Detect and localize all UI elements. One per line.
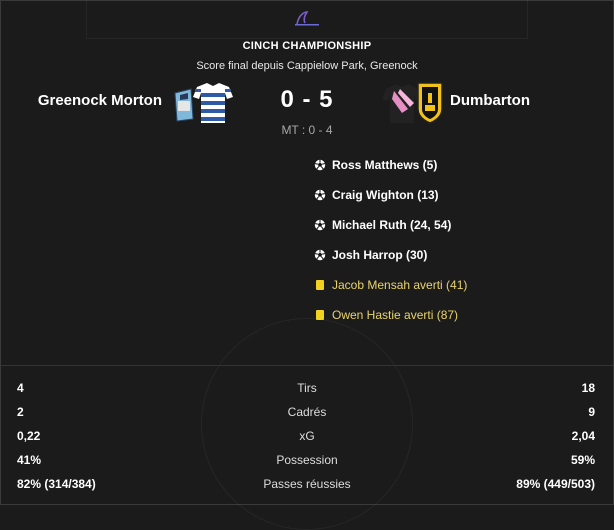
event-text: Ross Matthews (5) <box>332 158 438 172</box>
stat-row-shots: 4 Tirs 18 <box>0 377 614 401</box>
football-icon <box>314 189 326 201</box>
yellow-card-icon <box>314 279 326 291</box>
stat-row-on-target: 2 Cadrés 9 <box>0 401 614 425</box>
away-stat-value: 2,04 <box>571 429 595 443</box>
competition-title: CINCH CHAMPIONSHIP <box>242 40 372 52</box>
goal-event[interactable]: Michael Ruth (24, 54) <box>314 210 467 240</box>
stats-divider <box>1 365 613 366</box>
football-icon <box>314 219 326 231</box>
football-icon <box>314 249 326 261</box>
venue-text: Score final depuis Cappielow Park, Green… <box>196 60 418 72</box>
goal-event[interactable]: Ross Matthews (5) <box>314 150 467 180</box>
away-stat-value: 9 <box>588 405 595 419</box>
stat-label: xG <box>299 429 315 443</box>
cinch-championship-logo-icon <box>291 8 323 28</box>
match-events-list: Ross Matthews (5) Craig Wighton (13) Mic… <box>314 150 467 330</box>
event-text: Jacob Mensah averti (41) <box>332 278 468 292</box>
stat-label: Tirs <box>297 381 317 395</box>
yellow-card-icon <box>314 309 326 321</box>
event-text: Craig Wighton (13) <box>332 188 439 202</box>
football-icon <box>314 159 326 171</box>
away-stat-value: 18 <box>581 381 595 395</box>
stat-row-xg: 0,22 xG 2,04 <box>0 425 614 449</box>
stat-row-passes: 82% (314/384) Passes réussies 89% (449/5… <box>0 473 614 497</box>
away-stat-value: 89% (449/503) <box>516 477 595 491</box>
goal-event[interactable]: Craig Wighton (13) <box>314 180 467 210</box>
stat-label: Possession <box>276 453 338 467</box>
halftime-score: MT : 0 - 4 <box>281 123 333 137</box>
event-text: Owen Hastie averti (87) <box>332 308 459 322</box>
away-team-name[interactable]: Dumbarton <box>450 92 530 109</box>
booking-event[interactable]: Jacob Mensah averti (41) <box>314 270 467 300</box>
goal-event[interactable]: Josh Harrop (30) <box>314 240 467 270</box>
away-stat-value: 59% <box>570 453 595 467</box>
dumbarton-kit-icon[interactable] <box>380 79 444 127</box>
stat-row-possession: 41% Possession 59% <box>0 449 614 473</box>
match-stats-table: 4 Tirs 18 2 Cadrés 9 0,22 xG 2,04 41% Po… <box>0 377 614 497</box>
booking-event[interactable]: Owen Hastie averti (87) <box>314 300 467 330</box>
stat-label: Cadrés <box>287 405 327 419</box>
event-text: Michael Ruth (24, 54) <box>332 218 452 232</box>
event-text: Josh Harrop (30) <box>332 248 428 262</box>
